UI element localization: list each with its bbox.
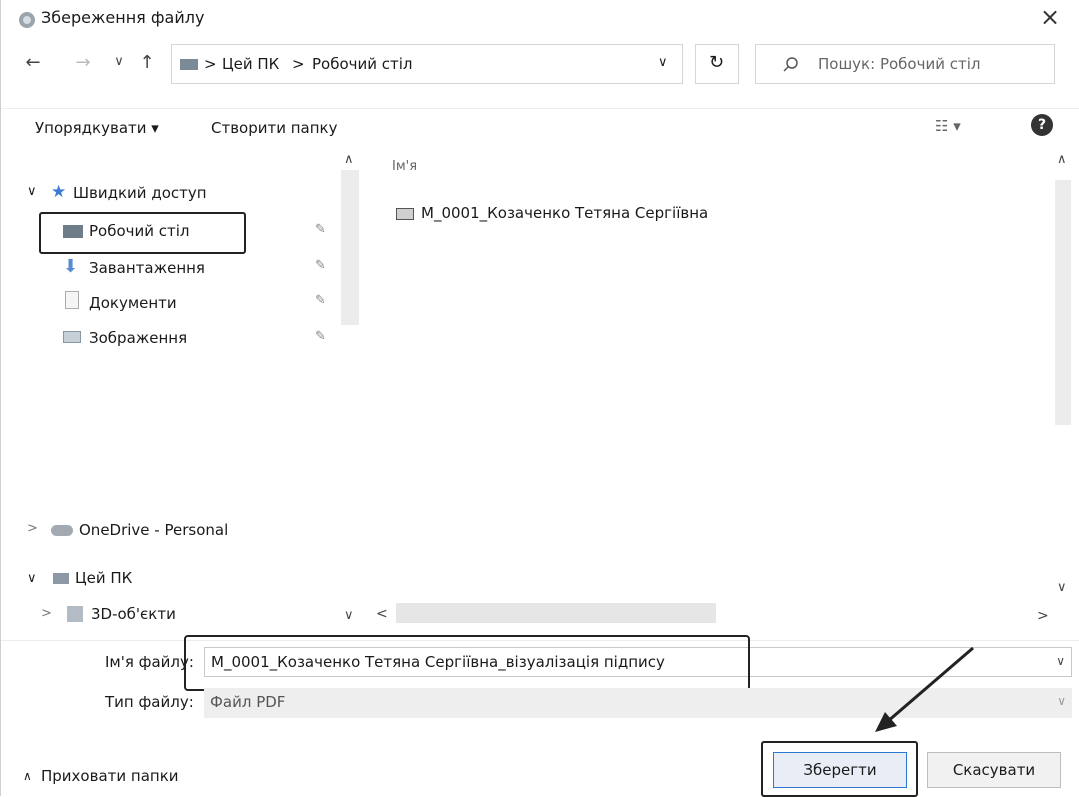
back-button[interactable]: ← — [23, 52, 43, 73]
cube-icon — [67, 606, 83, 622]
sidebar-item-onedrive[interactable]: OneDrive - Personal — [79, 521, 228, 539]
breadcrumb-sep: > — [204, 55, 217, 73]
scroll-down-icon[interactable]: ∨ — [1057, 580, 1067, 595]
scroll-right-icon[interactable]: > — [1037, 608, 1049, 624]
documents-icon — [65, 291, 79, 309]
app-icon — [17, 10, 37, 30]
download-icon: ⬇ — [63, 256, 79, 277]
hide-folders-button[interactable]: Приховати папки — [41, 767, 179, 785]
sidebar-item-desktop[interactable]: Робочий стіл — [89, 222, 190, 240]
main-scrollbar[interactable] — [1055, 180, 1071, 425]
save-button[interactable]: Зберегти — [773, 752, 907, 788]
sidebar-item-documents[interactable]: Документи — [89, 294, 177, 312]
breadcrumb-desktop[interactable]: Робочий стіл — [312, 55, 413, 73]
expand-chevron-icon[interactable]: ∨ — [27, 184, 37, 199]
expand-chevron-icon[interactable]: > — [41, 606, 52, 621]
sidebar-item-quick-access[interactable]: Швидкий доступ — [73, 184, 207, 202]
computer-icon — [53, 573, 69, 584]
address-bar[interactable]: > Цей ПК > Робочий стіл ∨ — [171, 44, 683, 84]
refresh-button[interactable]: ↻ — [695, 44, 739, 84]
sidebar-item-3d-objects[interactable]: 3D-об'єкти — [91, 605, 176, 623]
pin-icon[interactable]: ✎ — [315, 329, 326, 344]
up-button[interactable]: ↑ — [137, 52, 157, 73]
chevron-down-icon[interactable]: ∨ — [1057, 694, 1066, 708]
scroll-left-icon[interactable]: < — [376, 606, 388, 622]
filetype-value: Файл PDF — [210, 693, 286, 711]
file-item[interactable]: M_0001_Козаченко Тетяна Сергіївна — [421, 204, 708, 222]
address-dropdown-icon[interactable]: ∨ — [658, 55, 668, 70]
hide-folders-chevron-icon[interactable]: ∧ — [23, 769, 32, 783]
sidebar-scrollbar[interactable] — [341, 170, 359, 325]
organize-menu[interactable]: Упорядкувати ▾ — [35, 119, 159, 137]
new-folder-button[interactable]: Створити папку — [211, 119, 338, 137]
chevron-down-icon[interactable]: ∨ — [1056, 654, 1065, 668]
filetype-label: Тип файлу: — [105, 693, 194, 711]
arrow-annotation-icon — [875, 646, 974, 732]
sidebar-item-pictures[interactable]: Зображення — [89, 329, 187, 347]
view-options-button[interactable]: ☷ ▾ — [935, 117, 961, 135]
file-icon — [396, 208, 414, 220]
search-input[interactable]: Пошук: Робочий стіл — [755, 44, 1055, 84]
forward-button[interactable]: → — [73, 52, 93, 73]
pictures-icon — [63, 331, 81, 343]
dialog-title: Збереження файлу — [41, 8, 205, 27]
computer-icon — [180, 59, 198, 70]
sidebar-scroll-down[interactable]: ∨ — [344, 608, 354, 623]
search-placeholder: Пошук: Робочий стіл — [818, 55, 981, 73]
pin-icon[interactable]: ✎ — [315, 293, 326, 308]
pin-icon[interactable]: ✎ — [315, 222, 326, 237]
save-file-dialog: Збереження файлу × ← → ∨ ↑ > Цей ПК > Ро… — [0, 0, 1079, 797]
horizontal-scrollbar[interactable] — [396, 603, 716, 623]
cloud-icon — [51, 525, 73, 536]
expand-chevron-icon[interactable]: > — [27, 521, 38, 536]
filename-highlight-frame — [184, 635, 750, 691]
breadcrumb-this-pc[interactable]: Цей ПК — [222, 55, 279, 73]
desktop-icon — [63, 225, 83, 238]
breadcrumb-sep: > — [292, 55, 305, 73]
help-icon[interactable]: ? — [1031, 114, 1053, 136]
scroll-up-icon[interactable]: ∧ — [1057, 152, 1067, 167]
close-button[interactable]: × — [1035, 2, 1065, 32]
sidebar-item-downloads[interactable]: Завантаження — [89, 259, 205, 277]
star-icon: ★ — [51, 182, 67, 202]
sidebar-item-this-pc[interactable]: Цей ПК — [75, 569, 132, 587]
cancel-button[interactable]: Скасувати — [927, 752, 1061, 788]
expand-chevron-icon[interactable]: ∨ — [27, 571, 37, 586]
recent-locations-dropdown[interactable]: ∨ — [109, 54, 129, 69]
pin-icon[interactable]: ✎ — [315, 258, 326, 273]
name-column-header[interactable]: Ім'я — [392, 159, 417, 174]
divider — [1, 108, 1079, 109]
sidebar-scroll-up[interactable]: ∧ — [344, 152, 354, 167]
search-icon — [783, 57, 798, 72]
filename-label: Ім'я файлу: — [105, 653, 194, 671]
refresh-icon: ↻ — [709, 52, 725, 73]
